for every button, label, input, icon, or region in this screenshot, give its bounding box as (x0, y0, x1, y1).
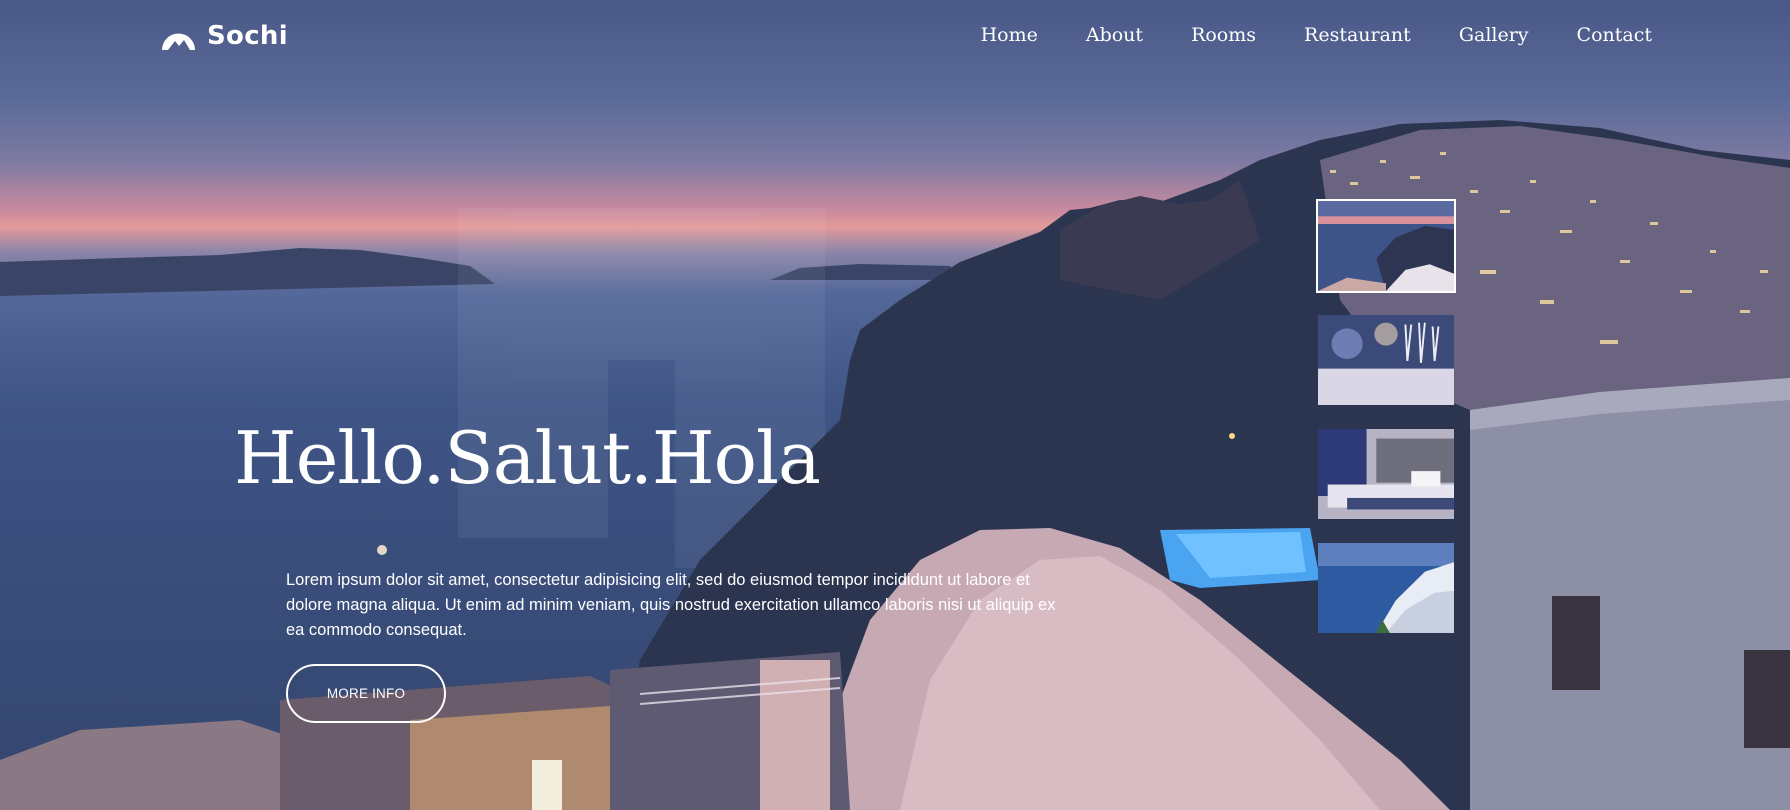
nav-item-contact[interactable]: Contact (1577, 24, 1652, 46)
sunset-coast-image (1318, 201, 1454, 291)
thumbnail-sunset-coast[interactable] (1316, 199, 1456, 293)
more-info-button[interactable]: MORE INFO (286, 664, 446, 723)
mountain-logo-icon (162, 33, 195, 50)
main-nav: Home About Rooms Restaurant Gallery Cont… (981, 24, 1652, 46)
background-photo (0, 120, 1790, 810)
hero-lead-text: Lorem ipsum dolor sit amet, consectetur … (286, 571, 1056, 639)
hotel-room-image (1318, 429, 1454, 519)
brand-name: Sochi (207, 21, 288, 51)
nav-item-gallery[interactable]: Gallery (1459, 24, 1529, 46)
white-village-image (1318, 543, 1454, 633)
restaurant-glasses-image (1318, 315, 1454, 405)
nav-item-restaurant[interactable]: Restaurant (1304, 24, 1411, 46)
thumbnail-restaurant-glasses[interactable] (1316, 313, 1456, 407)
brand-logo[interactable]: Sochi (160, 20, 288, 52)
hero-headline: Hello.Salut.Hola (234, 416, 821, 500)
thumbnail-white-village[interactable] (1316, 541, 1456, 635)
thumbnail-hotel-room[interactable] (1316, 427, 1456, 521)
nav-item-rooms[interactable]: Rooms (1191, 24, 1256, 46)
gallery-thumbnails (1316, 199, 1456, 635)
hero-section: Sochi Home About Rooms Restaurant Galler… (0, 0, 1790, 810)
nav-item-home[interactable]: Home (981, 24, 1038, 46)
nav-item-about[interactable]: About (1086, 24, 1143, 46)
